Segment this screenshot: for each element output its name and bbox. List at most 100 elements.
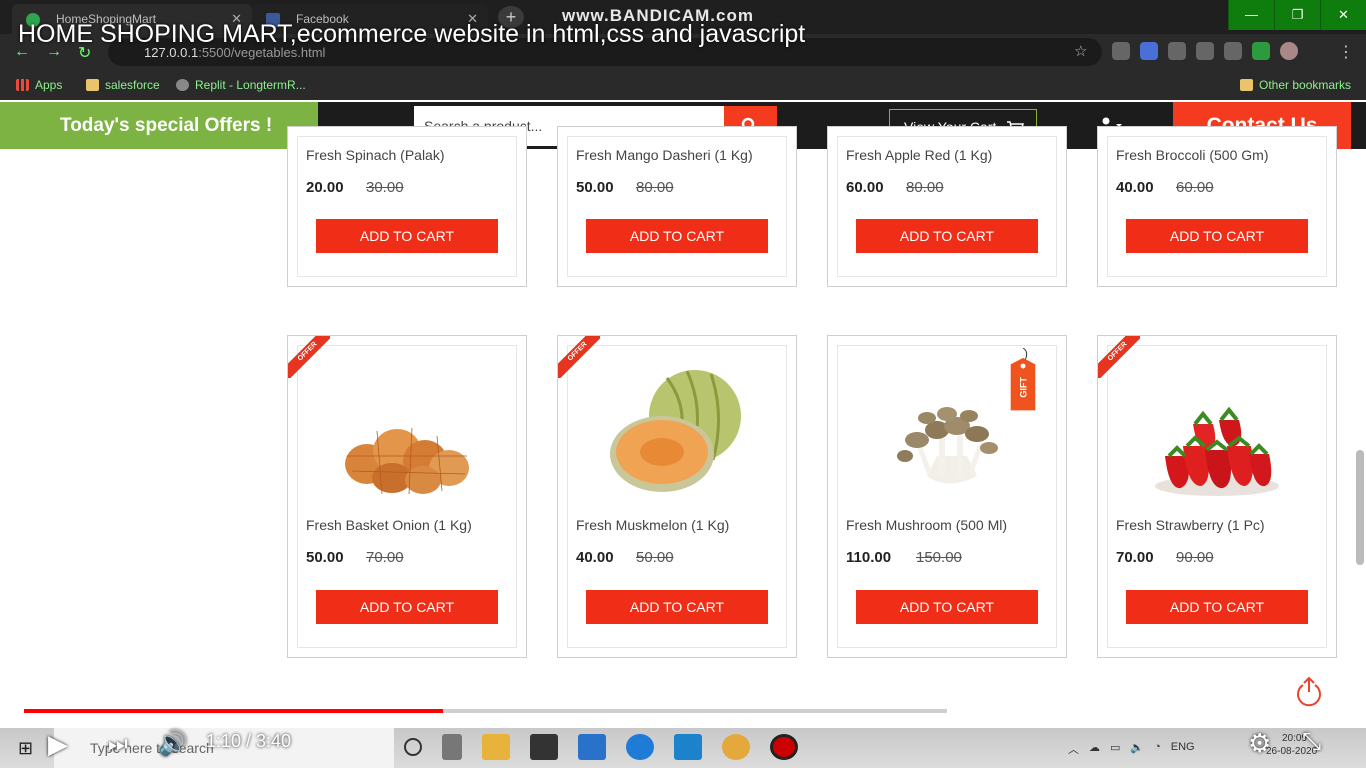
product-price: 60.00 [846, 179, 884, 196]
chevron-up-icon[interactable]: ︿ [1068, 741, 1079, 757]
product-name: Fresh Strawberry (1 Pc) [1116, 517, 1265, 533]
product-old-price: 80.00 [636, 179, 674, 196]
product-card: GIFT Fresh Mushroom (500 Ml) 110.00 150.… [827, 335, 1067, 658]
bookmark-apps[interactable]: Apps [16, 78, 62, 92]
product-name: Fresh Mango Dasheri (1 Kg) [576, 147, 753, 163]
timeline-icon[interactable] [442, 734, 462, 760]
product-price: 50.00 [576, 179, 614, 196]
bookmark-star-icon[interactable]: ☆ [1074, 42, 1087, 60]
maximize-icon[interactable]: ❐ [1274, 0, 1320, 30]
add-to-cart-button[interactable]: ADD TO CART [1126, 590, 1308, 624]
product-card: Fresh Mango Dasheri (1 Kg) 50.00 80.00 A… [557, 126, 797, 287]
product-card: Fresh Apple Red (1 Kg) 60.00 80.00 ADD T… [827, 126, 1067, 287]
minimize-icon[interactable]: — [1228, 0, 1274, 30]
mail-icon[interactable] [578, 734, 606, 760]
special-offers-link[interactable]: Today's special Offers ! [0, 102, 318, 149]
add-to-cart-button[interactable]: ADD TO CART [586, 590, 768, 624]
keyboard-language[interactable]: ENG [1171, 741, 1195, 757]
extension-icon[interactable] [1224, 42, 1242, 60]
offer-ribbon: OFFER [288, 336, 330, 378]
chrome-icon[interactable] [722, 734, 750, 760]
replit-icon [176, 79, 189, 91]
other-bookmarks[interactable]: Other bookmarks [1240, 78, 1351, 92]
vscode-icon[interactable] [674, 734, 702, 760]
bookmark-replit[interactable]: Replit - LongtermR... [176, 78, 306, 92]
window-controls: — ❐ ✕ [1228, 0, 1366, 30]
battery-icon[interactable]: ▭ [1110, 741, 1120, 757]
file-explorer-icon[interactable] [482, 734, 510, 760]
cloud-icon[interactable]: ☁ [1089, 741, 1100, 757]
close-window-icon[interactable]: ✕ [1320, 0, 1366, 30]
extension-icon[interactable] [1196, 42, 1214, 60]
task-view-icon[interactable] [404, 738, 422, 756]
product-card: OFFER Fresh Strawberry (1 Pc) 70.00 90.0… [1097, 335, 1337, 658]
gift-label: GIFT [1018, 377, 1028, 398]
add-to-cart-button[interactable]: ADD TO CART [586, 219, 768, 253]
bookmarks-bar: Apps salesforce Replit - LongtermR... Ot… [0, 70, 1366, 100]
bookmark-salesforce[interactable]: salesforce [86, 78, 160, 92]
add-to-cart-button[interactable]: ADD TO CART [856, 219, 1038, 253]
product-name: Fresh Apple Red (1 Kg) [846, 147, 993, 163]
more-menu-icon[interactable]: ⋮ [1338, 42, 1354, 62]
offer-ribbon: OFFER [1098, 336, 1140, 378]
product-card: Fresh Spinach (Palak) 20.00 30.00 ADD TO… [287, 126, 527, 287]
product-card: Fresh Broccoli (500 Gm) 40.00 60.00 ADD … [1097, 126, 1337, 287]
product-price: 20.00 [306, 179, 344, 196]
system-tray: ︿ ☁ ▭ 🔈 ◔ ENG [1068, 741, 1195, 757]
volume-control-icon[interactable]: 🔊 [158, 729, 188, 758]
product-name: Fresh Basket Onion (1 Kg) [306, 517, 472, 533]
edge-icon[interactable] [626, 734, 654, 760]
onion-image [345, 427, 469, 495]
play-icon[interactable]: ▶ [48, 729, 68, 760]
page-scrollbar[interactable] [1356, 450, 1364, 565]
video-progress-fill [24, 709, 444, 713]
product-old-price: 70.00 [366, 549, 404, 566]
product-price: 40.00 [576, 549, 614, 566]
power-share-icon[interactable] [1294, 676, 1324, 708]
add-to-cart-button[interactable]: ADD TO CART [316, 590, 498, 624]
add-to-cart-button[interactable]: ADD TO CART [1126, 219, 1308, 253]
product-old-price: 30.00 [366, 179, 404, 196]
volume-icon[interactable]: 🔈 [1130, 741, 1144, 757]
extension-icon[interactable] [1140, 42, 1158, 60]
product-name: Fresh Spinach (Palak) [306, 147, 445, 163]
product-name: Fresh Mushroom (500 Ml) [846, 517, 1008, 533]
taskbar-apps [404, 734, 798, 760]
product-name: Fresh Muskmelon (1 Kg) [576, 517, 730, 533]
product-old-price: 50.00 [636, 549, 674, 566]
product-name: Fresh Broccoli (500 Gm) [1116, 147, 1269, 163]
product-price: 110.00 [846, 549, 892, 566]
store-icon[interactable] [530, 734, 558, 760]
extension-icon[interactable] [1252, 42, 1270, 60]
next-video-icon[interactable]: ⏭ [108, 731, 128, 757]
video-timecode: 1:10 / 3:40 [206, 731, 292, 751]
offer-ribbon: OFFER [558, 336, 600, 378]
product-card: OFFER Fresh Muskmelon (1 Kg) 40.00 50.00… [557, 335, 797, 658]
video-title: HOME SHOPING MART,ecommerce website in h… [18, 20, 806, 48]
product-old-price: 80.00 [906, 179, 944, 196]
extension-icons [1112, 42, 1298, 60]
extension-icon[interactable] [1168, 42, 1186, 60]
exit-fullscreen-icon[interactable]: ⤡ [1302, 728, 1321, 756]
windows-start-icon[interactable]: ⊞ [18, 738, 33, 759]
product-price: 50.00 [306, 549, 344, 566]
wifi-icon[interactable]: ◔ [1154, 741, 1161, 757]
add-to-cart-button[interactable]: ADD TO CART [316, 219, 498, 253]
extension-icon[interactable] [1112, 42, 1130, 60]
strawberry-image [1155, 406, 1279, 496]
folder-icon [1240, 79, 1253, 91]
product-price: 40.00 [1116, 179, 1154, 196]
folder-icon [86, 79, 99, 91]
add-to-cart-button[interactable]: ADD TO CART [856, 590, 1038, 624]
product-price: 70.00 [1116, 549, 1154, 566]
product-old-price: 60.00 [1176, 179, 1214, 196]
bandicam-icon[interactable] [770, 734, 798, 760]
product-old-price: 150.00 [916, 549, 962, 566]
product-card: OFFER Fresh Basket Onion (1 Kg) 50.00 70… [287, 335, 527, 658]
profile-avatar[interactable] [1280, 42, 1298, 60]
mushroom-image [897, 407, 998, 484]
product-old-price: 90.00 [1176, 549, 1214, 566]
muskmelon-image [610, 370, 741, 492]
settings-gear-icon[interactable]: ⚙ [1248, 728, 1271, 759]
apps-icon [16, 79, 29, 91]
